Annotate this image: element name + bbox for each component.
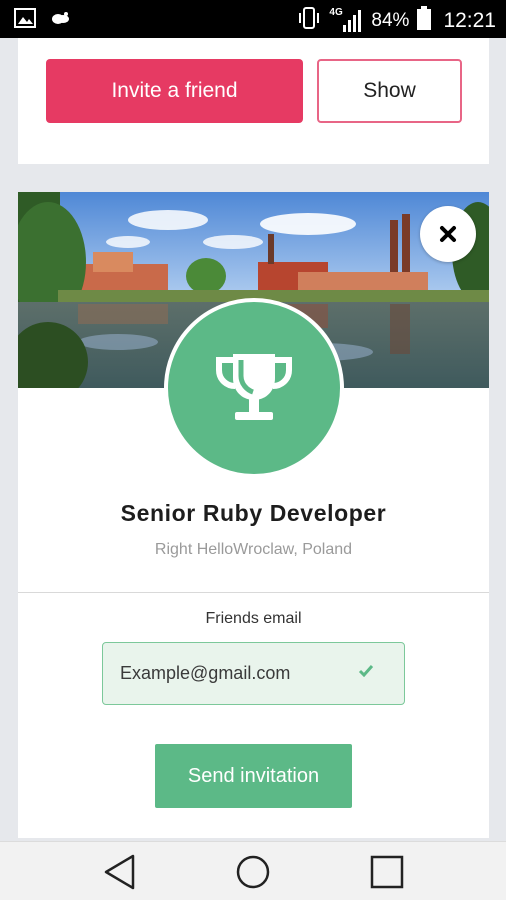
home-icon: [236, 855, 270, 889]
job-location: Right HelloWroclaw, Poland: [154, 541, 353, 558]
image-icon: [14, 8, 36, 33]
divider: [18, 592, 489, 593]
close-button[interactable]: [420, 206, 476, 262]
clock: 12:21: [443, 9, 496, 32]
send-invitation-button[interactable]: Send invitation: [155, 744, 352, 808]
check-icon: [358, 665, 374, 677]
job-badge: [164, 298, 344, 478]
job-title: Senior Ruby Developer: [120, 500, 387, 526]
back-button[interactable]: [100, 852, 140, 892]
navigation-bar: [0, 841, 506, 900]
trophy-icon: [216, 354, 292, 420]
battery-percent: 84%: [371, 10, 410, 31]
cloud-icon: [50, 11, 70, 30]
email-field[interactable]: Example@gmail.com: [102, 642, 405, 705]
show-button[interactable]: Show: [317, 59, 462, 123]
home-button[interactable]: [233, 852, 273, 892]
invite-friend-button[interactable]: Invite a friend: [46, 59, 303, 123]
recents-icon: [370, 855, 404, 889]
signal-icon: 4G: [329, 7, 363, 33]
recents-button[interactable]: [367, 852, 407, 892]
email-label: Friends email: [205, 610, 302, 627]
battery-icon: [417, 6, 432, 36]
close-icon: [440, 226, 456, 242]
vibrate-icon: [297, 6, 321, 36]
status-bar: 4G 84% 12:21: [0, 0, 506, 38]
back-icon: [104, 854, 135, 890]
invite-card: Invite a friend Show: [18, 38, 489, 164]
job-invite-card: Senior Ruby Developer Right HelloWroclaw…: [18, 192, 489, 838]
